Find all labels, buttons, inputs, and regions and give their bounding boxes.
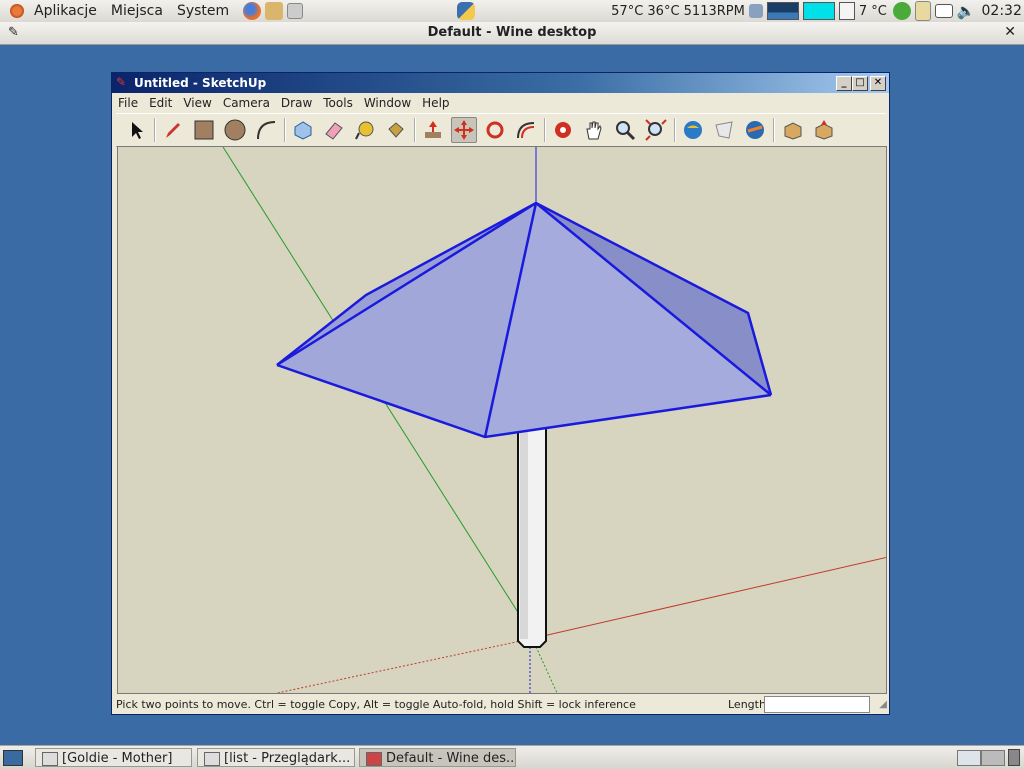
menu-window[interactable]: Window xyxy=(364,96,411,110)
minimize-button[interactable]: _ xyxy=(836,76,852,91)
red-axis-dotted xyxy=(274,638,531,693)
model-canvas[interactable] xyxy=(118,147,887,694)
wine-titlebar: ✎ Default - Wine desktop ✕ xyxy=(0,22,1024,45)
rotate-tool-icon[interactable] xyxy=(482,117,508,143)
update-icon[interactable] xyxy=(892,2,911,20)
rectangle-tool-icon[interactable] xyxy=(191,117,217,143)
circle-tool-icon[interactable] xyxy=(222,117,248,143)
menu-view[interactable]: View xyxy=(183,96,211,110)
share-model-tool-icon[interactable] xyxy=(711,117,737,143)
resize-grip-icon[interactable]: ◢ xyxy=(879,699,887,710)
paint-bucket-tool-icon[interactable] xyxy=(383,117,409,143)
weather-readout: 7 °C xyxy=(858,3,887,19)
notes-icon[interactable] xyxy=(287,3,304,19)
volume-icon[interactable]: 🔈 xyxy=(957,2,976,20)
sensor-readout: 57°C 36°C 5113RPM xyxy=(611,3,745,19)
pole-shade xyxy=(520,429,528,639)
task-wine-desktop[interactable]: Default - Wine des... xyxy=(359,748,516,767)
pan-tool-icon[interactable] xyxy=(581,117,607,143)
status-text: Pick two points to move. Ctrl = toggle C… xyxy=(116,698,636,711)
menu-file[interactable]: File xyxy=(118,96,138,110)
workspace-2[interactable] xyxy=(981,750,1005,766)
google-earth-tool-icon[interactable] xyxy=(742,117,768,143)
clipboard-icon[interactable] xyxy=(914,1,931,21)
menu-tools[interactable]: Tools xyxy=(323,96,353,110)
network-icon[interactable] xyxy=(748,4,763,18)
clock[interactable]: 02:32 xyxy=(982,3,1022,19)
maximize-button[interactable]: □ xyxy=(852,76,868,91)
window-icon xyxy=(42,752,58,766)
arc-tool-icon[interactable] xyxy=(253,117,279,143)
top-panel: Aplikacje Miejsca System 57°C 36°C 5113R… xyxy=(0,0,1024,23)
length-label: Length xyxy=(728,698,766,711)
components-tool-icon[interactable] xyxy=(780,117,806,143)
mail-icon[interactable] xyxy=(265,2,284,20)
window-title: Untitled - SketchUp xyxy=(134,76,267,90)
toolbar xyxy=(116,113,886,147)
menu-miejsca[interactable]: Miejsca xyxy=(111,3,163,19)
menu-draw[interactable]: Draw xyxy=(281,96,312,110)
memory-monitor xyxy=(802,2,835,20)
menu-aplikacje[interactable]: Aplikacje xyxy=(34,3,97,19)
python-icon[interactable] xyxy=(457,2,476,20)
tape-measure-tool-icon[interactable] xyxy=(352,117,378,143)
menu-help[interactable]: Help xyxy=(422,96,449,110)
select-tool-icon[interactable] xyxy=(124,117,150,143)
close-icon[interactable]: ✕ xyxy=(1004,24,1016,40)
zoom-tool-icon[interactable] xyxy=(612,117,638,143)
pencil-tool-icon[interactable] xyxy=(160,117,186,143)
close-button[interactable]: ✕ xyxy=(870,76,886,91)
taskbar: [Goldie - Mother] [list - Przeglądark...… xyxy=(0,745,1024,769)
show-desktop-icon[interactable] xyxy=(3,750,23,766)
red-axis xyxy=(529,556,886,640)
cpu-monitor xyxy=(766,2,799,20)
sketchup-titlebar: ✎ Untitled - SketchUp _ □ ✕ xyxy=(112,73,889,93)
foot-icon xyxy=(10,4,24,18)
get-models-tool-icon[interactable] xyxy=(680,117,706,143)
menu-camera[interactable]: Camera xyxy=(223,96,270,110)
swap-monitor xyxy=(838,2,855,20)
wine-title: Default - Wine desktop xyxy=(427,25,597,40)
task-browser[interactable]: [list - Przeglądark... xyxy=(197,748,355,767)
3d-warehouse-tool-icon[interactable] xyxy=(811,117,837,143)
menu-bar: File Edit View Camera Draw Tools Window … xyxy=(112,93,889,112)
wine-icon xyxy=(366,752,382,766)
move-tool-icon[interactable] xyxy=(451,117,477,143)
sketchup-icon: ✎ xyxy=(116,75,127,89)
menu-system[interactable]: System xyxy=(177,3,229,19)
zoom-extents-tool-icon[interactable] xyxy=(643,117,669,143)
push-pull-tool-icon[interactable] xyxy=(420,117,446,143)
eraser-tool-icon[interactable] xyxy=(321,117,347,143)
workspace-1[interactable] xyxy=(957,750,981,766)
make-component-icon[interactable] xyxy=(290,117,316,143)
sketchup-window: ✎ Untitled - SketchUp _ □ ✕ File Edit Vi… xyxy=(111,72,890,715)
orbit-tool-icon[interactable] xyxy=(550,117,576,143)
browser-icon xyxy=(204,752,220,766)
firefox-icon[interactable] xyxy=(243,2,262,20)
task-goldie[interactable]: [Goldie - Mother] xyxy=(35,748,192,767)
envelope-icon[interactable] xyxy=(934,4,953,18)
status-bar: Pick two points to move. Ctrl = toggle C… xyxy=(112,695,889,714)
length-input[interactable] xyxy=(764,696,870,713)
trash-icon[interactable] xyxy=(1008,749,1020,766)
menu-edit[interactable]: Edit xyxy=(149,96,172,110)
drawing-area[interactable] xyxy=(117,146,887,694)
offset-tool-icon[interactable] xyxy=(513,117,539,143)
